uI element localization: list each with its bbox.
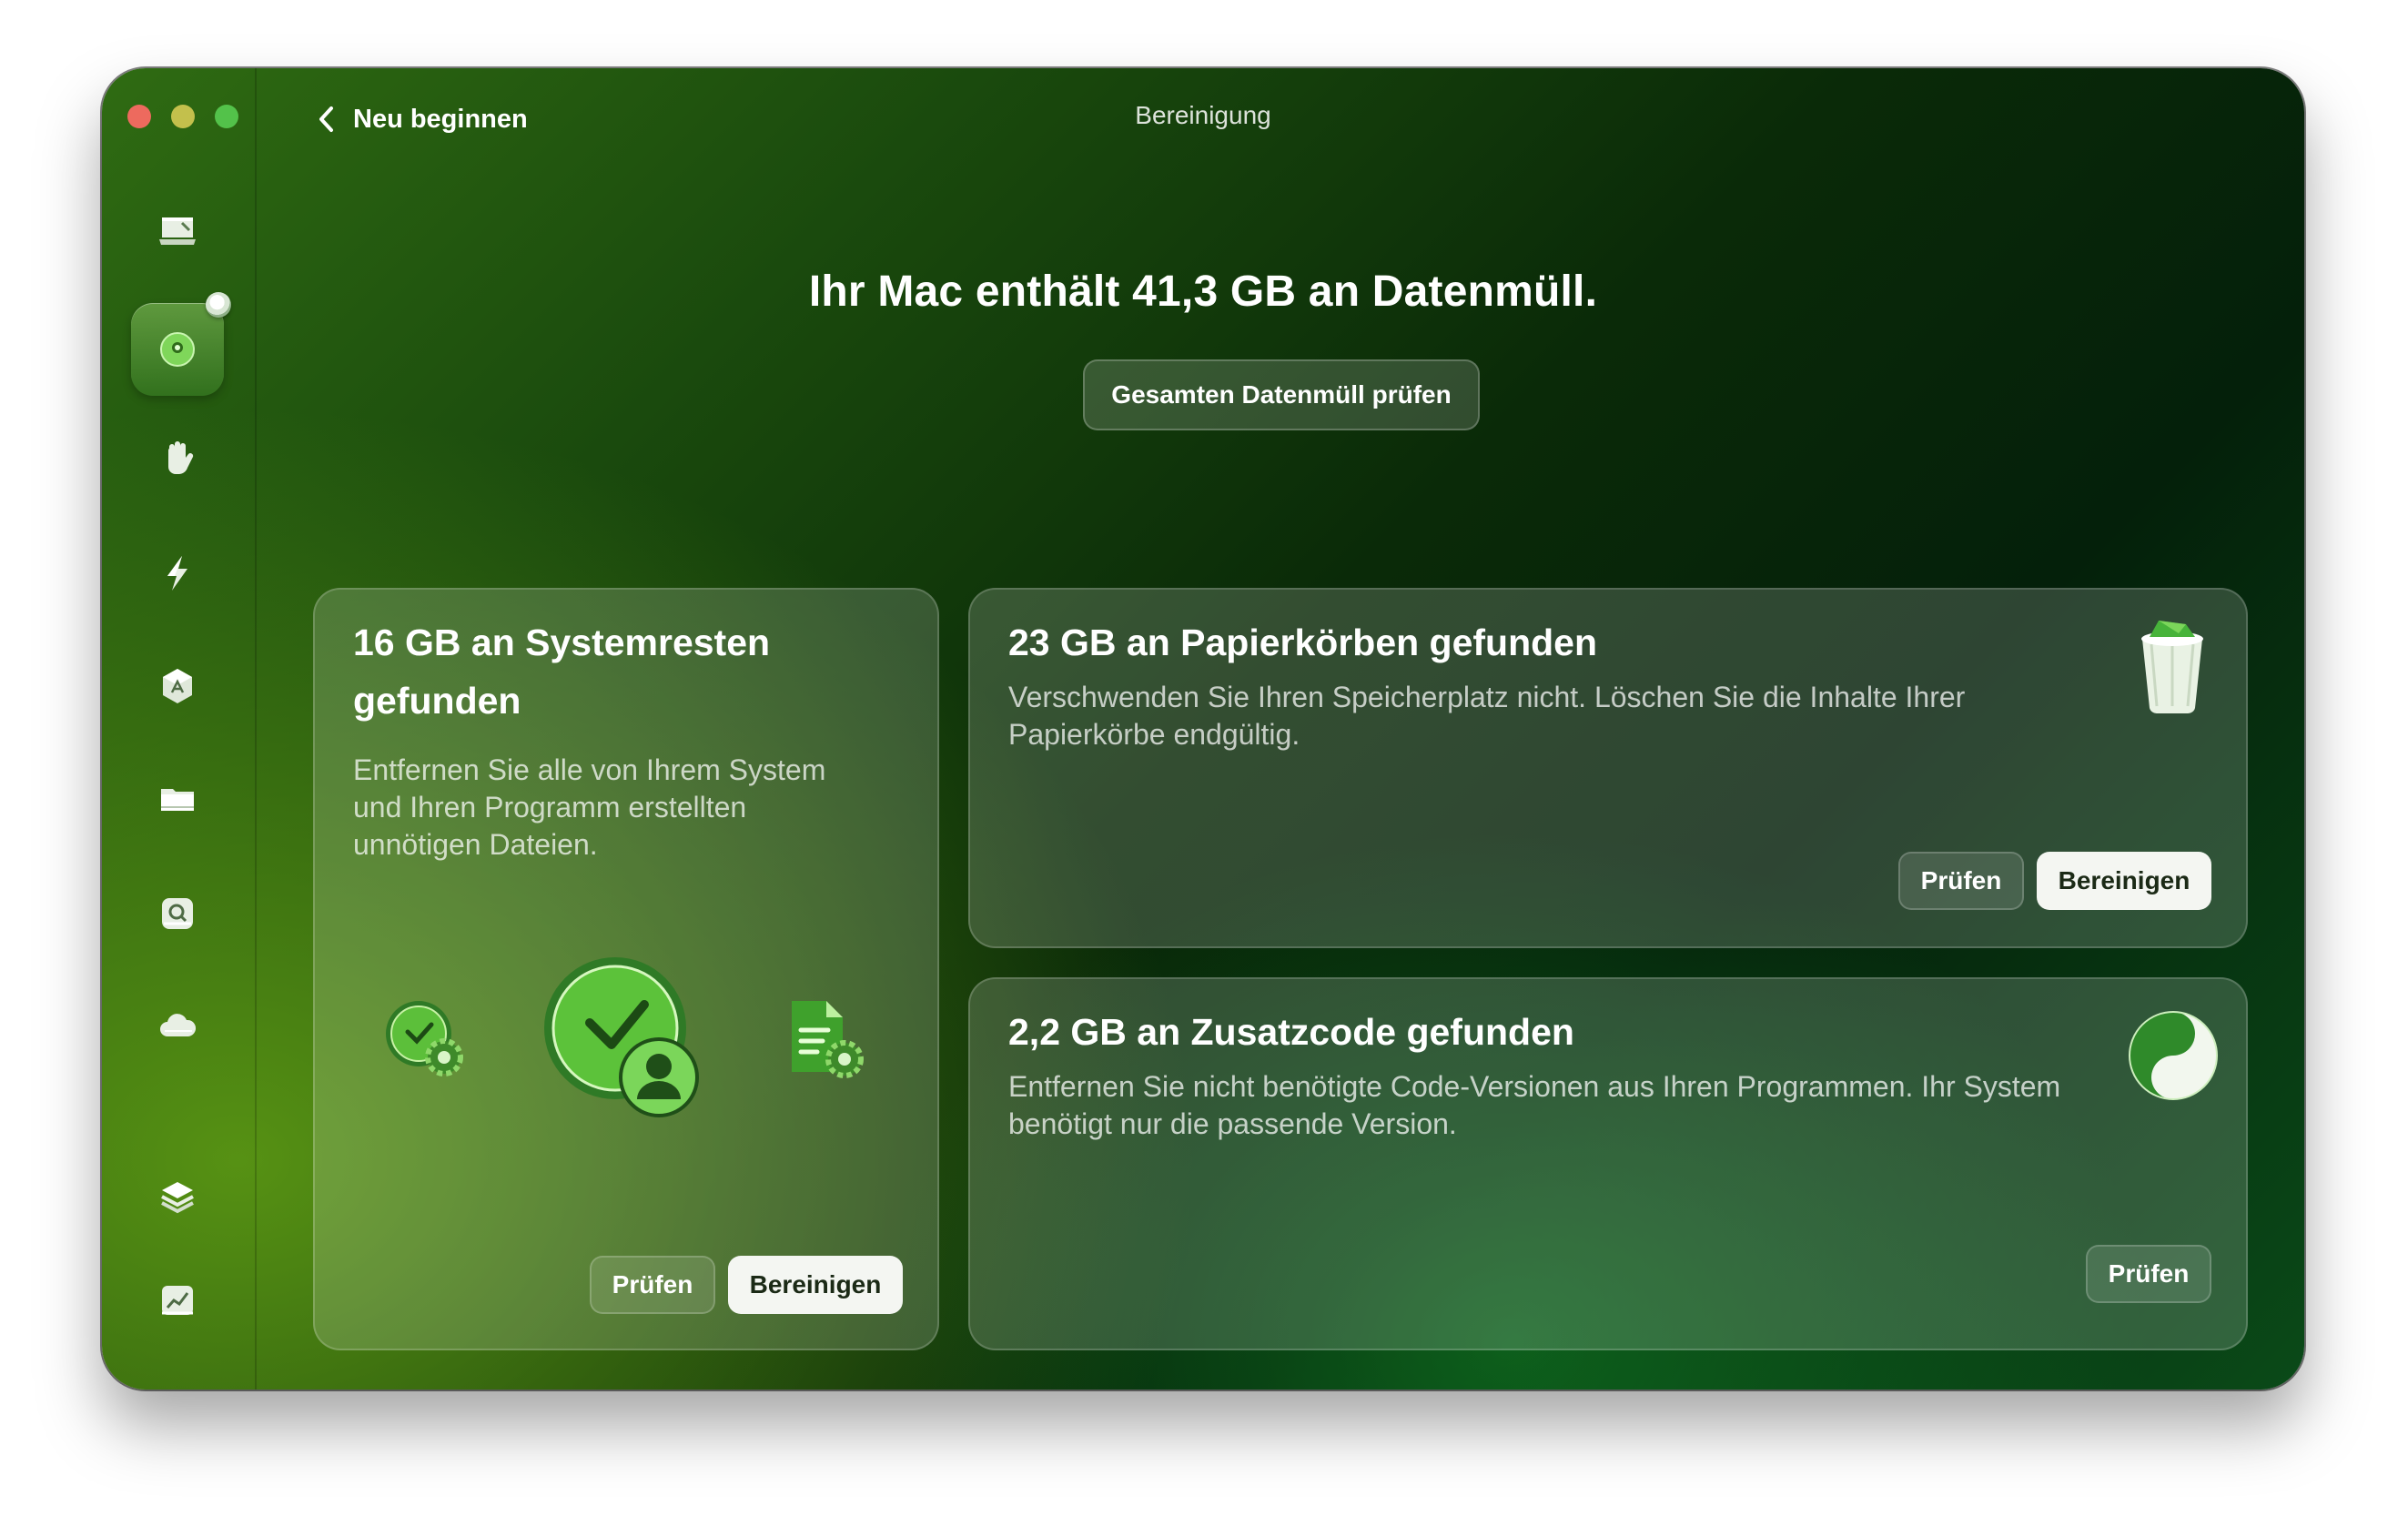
window-title: Bereinigung bbox=[1135, 101, 1271, 129]
trash-bins-review-button[interactable]: Prüfen bbox=[1898, 852, 2024, 910]
lens-icon bbox=[162, 898, 193, 929]
system-junk-description: Entfernen Sie alle von Ihrem System und … bbox=[353, 753, 826, 861]
trash-bins-clean-button[interactable]: Bereinigen bbox=[2037, 852, 2211, 910]
sidebar-item-performance[interactable] bbox=[155, 551, 200, 596]
hand-icon bbox=[168, 441, 194, 474]
universal-binaries-card: 2,2 GB an Zusatzcode gefunden Entfernen … bbox=[968, 977, 2248, 1350]
folder-icon bbox=[161, 789, 194, 811]
sidebar-item-smart-scan[interactable] bbox=[155, 208, 200, 254]
page-headline: Ihr Mac enthält 41,3 GB an Datenmüll. bbox=[808, 268, 1598, 316]
sidebar-item-my-clutter[interactable] bbox=[155, 776, 200, 822]
sidebar-item-cleanup-icon-wrap bbox=[155, 327, 200, 372]
universal-binaries-title: 2,2 GB an Zusatzcode gefunden bbox=[1008, 1011, 1574, 1053]
universal-binaries-description: Entfernen Sie nicht benötigte Code-Versi… bbox=[1008, 1070, 2061, 1140]
trash-bins-description: Verschwenden Sie Ihren Speicherplatz nic… bbox=[1008, 681, 1966, 751]
sidebar-item-menu[interactable] bbox=[155, 1278, 200, 1324]
yin-yang-icon bbox=[2129, 1011, 2218, 1100]
sidebar-item-protection[interactable] bbox=[155, 436, 200, 481]
app-window: Neu beginnen Bereinigung Ihr Mac enthält… bbox=[102, 68, 2304, 1390]
system-junk-review-button[interactable]: Prüfen bbox=[590, 1256, 715, 1314]
sidebar-item-cloud[interactable] bbox=[155, 1004, 200, 1049]
lightning-icon bbox=[167, 556, 187, 591]
app-icon bbox=[163, 669, 192, 703]
system-junk-clean-button[interactable]: Bereinigen bbox=[728, 1256, 903, 1314]
system-junk-card: 16 GB an Systemresten gefunden Entfernen… bbox=[313, 588, 939, 1350]
layers-icon bbox=[161, 1182, 194, 1214]
document-gear-icon bbox=[792, 1001, 864, 1078]
cloud-icon bbox=[160, 1014, 197, 1036]
sidebar-item-space-lens[interactable] bbox=[155, 891, 200, 936]
chart-icon bbox=[162, 1286, 193, 1315]
clock-user-icon bbox=[544, 957, 699, 1117]
cleanup-icon bbox=[160, 332, 195, 367]
trash-bins-title: 23 GB an Papierkörben gefunden bbox=[1008, 622, 1598, 663]
sidebar-item-applications[interactable] bbox=[155, 663, 200, 709]
review-all-junk-button[interactable]: Gesamten Datenmüll prüfen bbox=[1083, 359, 1480, 430]
universal-binaries-review-button[interactable]: Prüfen bbox=[2086, 1245, 2211, 1303]
trash-bins-card: 23 GB an Papierkörben gefunden Verschwen… bbox=[968, 588, 2248, 948]
clock-gear-small-icon bbox=[386, 1001, 463, 1076]
trash-bin-icon bbox=[2141, 621, 2203, 714]
system-junk-title: 16 GB an Systemresten gefunden bbox=[353, 622, 771, 722]
monitor-icon bbox=[159, 217, 196, 245]
sidebar-item-assistant[interactable] bbox=[155, 1175, 200, 1220]
